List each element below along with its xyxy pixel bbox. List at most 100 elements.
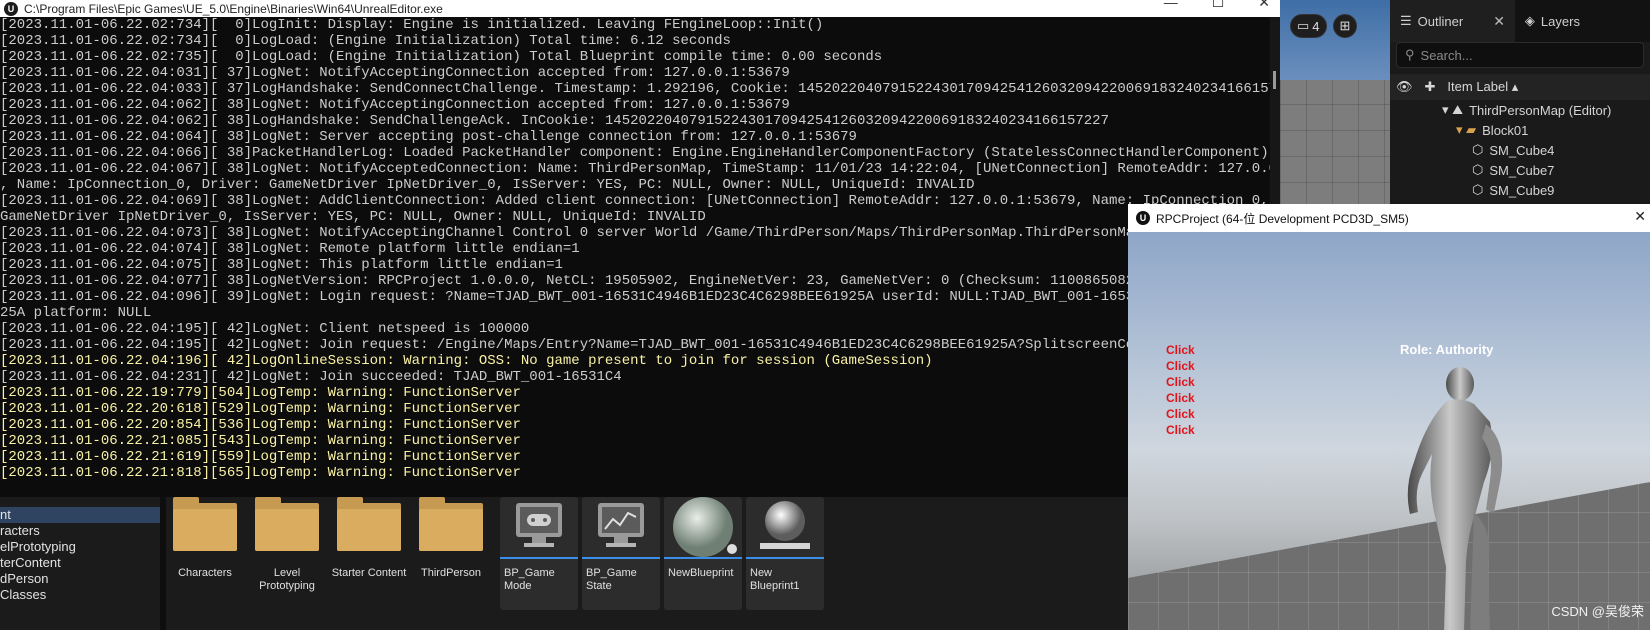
item-label-column[interactable]: Item Label ▴ [1447, 79, 1518, 95]
asset-blueprint[interactable]: BP_Game State [582, 497, 660, 610]
asset-label: New Blueprint1 [750, 567, 800, 592]
minimize-button[interactable]: — [1164, 0, 1178, 11]
folder-icon [248, 497, 326, 557]
search-placeholder: Search... [1420, 47, 1473, 63]
close-button[interactable]: ✕ [1258, 0, 1270, 11]
camera-icon: ▭ [1297, 18, 1310, 33]
scrollbar-thumb[interactable] [1273, 71, 1276, 89]
asset-label: BP_Game Mode [504, 567, 555, 592]
log-line: [2023.11.01-06.22.21:818][565]LogTemp: W… [0, 465, 521, 481]
viewport-toolbar: ▭ 4 ⊞ [1290, 14, 1358, 38]
game-title-bar[interactable]: U RPCProject (64-位 Development PCD3D_SM5… [1128, 204, 1650, 232]
outliner-item[interactable]: ▾ ⛰ ThirdPersonMap (Editor) [1390, 100, 1650, 120]
desktop: ▭ 4 ⊞ ☰ Outliner ✕ ◈ Layers ⚲ Search... … [0, 0, 1650, 630]
game-viewport[interactable]: Click Click Click Click Click Click Role: Aut… [1128, 232, 1650, 630]
folder-tree-item[interactable]: terContent [0, 555, 160, 571]
outliner-item-label: SM_Cube9 [1489, 182, 1555, 198]
click-message: Click [1166, 375, 1195, 389]
asset-folder[interactable]: ThirdPerson [412, 497, 490, 610]
asset-blueprint[interactable]: NewBlueprint [664, 497, 742, 610]
log-line: [2023.11.01-06.22.04:062][ 38]LogHandsha… [0, 113, 1109, 129]
mannequin-character [1407, 367, 1503, 630]
static-mesh-icon: ⬡ [1472, 182, 1484, 197]
log-line: 25A platform: NULL [0, 305, 152, 321]
asset-folder[interactable]: Characters [166, 497, 244, 610]
layers-icon: ◈ [1524, 13, 1535, 28]
asset-label: Starter Content [331, 567, 407, 579]
window-controls: — ☐ ✕ [1164, 0, 1270, 11]
outliner-item[interactable]: ⬡ SM_Cube9 [1390, 180, 1650, 200]
asset-folder[interactable]: Starter Content [330, 497, 408, 610]
tab-outliner-label: Outliner [1417, 13, 1464, 29]
outliner-item-label: ThirdPersonMap (Editor) [1469, 102, 1612, 118]
unreal-logo-icon: U [4, 1, 18, 16]
tab-layers[interactable]: ◈ Layers [1515, 0, 1590, 42]
log-line: [2023.11.01-06.22.04:033][ 37]LogHandsha… [0, 81, 1270, 97]
search-icon: ⚲ [1405, 47, 1415, 62]
gamepad-monitor-icon [500, 497, 578, 557]
outliner-column-header[interactable]: 👁 ✚ Item Label ▴ [1390, 74, 1650, 100]
outliner-tab-bar: ☰ Outliner ✕ ◈ Layers [1390, 0, 1650, 42]
layout-button[interactable]: ⊞ [1332, 14, 1358, 38]
click-message: Click [1166, 407, 1195, 421]
outliner-item[interactable]: ▾ ▰ Block01 [1390, 120, 1650, 140]
sphere-thumbnail-icon [746, 497, 824, 557]
folder-tree-item[interactable]: racters [0, 523, 160, 539]
visibility-icon[interactable]: 👁 [1396, 79, 1413, 95]
log-line: [2023.11.01-06.22.02:734][ 0]LogLoad: (E… [0, 33, 731, 49]
static-mesh-icon: ⬡ [1472, 162, 1484, 177]
unreal-logo-icon: U [1136, 211, 1150, 225]
folder-icon [166, 497, 244, 557]
folder-tree-item[interactable]: dPerson [0, 571, 160, 587]
pin-icon[interactable]: ✚ [1425, 79, 1436, 95]
folder-tree-item[interactable]: Classes [0, 587, 160, 603]
close-icon[interactable]: ✕ [1493, 13, 1505, 30]
sphere-thumbnail-icon [664, 497, 742, 557]
click-message: Click [1166, 359, 1195, 373]
log-line: [2023.11.01-06.22.04:096][ 39]LogNet: Lo… [0, 289, 1185, 305]
maximize-button[interactable]: ☐ [1212, 0, 1225, 11]
log-line: GameNetDriver IpNetDriver_0, IsServer: Y… [0, 209, 706, 225]
asset-type-bar [582, 557, 660, 559]
log-line: [2023.11.01-06.22.04:073][ 38]LogNet: No… [0, 225, 1185, 241]
console-lines: [2023.11.01-06.22.02:734][ 0]LogInit: Di… [0, 17, 1270, 481]
outliner-item-label: SM_Cube7 [1489, 162, 1555, 178]
graph-monitor-icon [582, 497, 660, 557]
log-line: [2023.11.01-06.22.04:062][ 38]LogNet: No… [0, 97, 790, 113]
game-window: U RPCProject (64-位 Development PCD3D_SM5… [1128, 204, 1650, 630]
asset-label: NewBlueprint [668, 567, 734, 579]
outliner-item-label: Block01 [1482, 122, 1529, 138]
log-line: [2023.11.01-06.22.04:195][ 42]LogNet: Cl… [0, 321, 530, 337]
asset-folder[interactable]: Level Prototyping [248, 497, 326, 610]
outliner-search[interactable]: ⚲ Search... [1396, 42, 1644, 68]
camera-speed-button[interactable]: ▭ 4 [1290, 14, 1327, 38]
folder-icon [330, 497, 408, 557]
asset-type-bar [746, 557, 824, 559]
outliner-item[interactable]: ⬡ SM_Cube4 [1390, 140, 1650, 160]
asset-type-bar [664, 557, 742, 559]
game-close-button[interactable]: ✕ [1634, 208, 1646, 225]
asset-type-bar [500, 557, 578, 559]
asset-label: Level Prototyping [259, 567, 315, 592]
console-title-bar[interactable]: U C:\Program Files\Epic Games\UE_5.0\Eng… [0, 0, 1280, 17]
outliner-item[interactable]: ⬡ SM_Cube7 [1390, 160, 1650, 180]
log-line: [2023.11.01-06.22.04:077][ 38]LogNetVers… [0, 273, 1143, 289]
folder-tree-item[interactable]: nt [0, 507, 160, 523]
asset-blueprint[interactable]: New Blueprint1 [746, 497, 824, 610]
log-line: [2023.11.01-06.22.04:069][ 38]LogNet: Ad… [0, 193, 1270, 209]
asset-blueprint[interactable]: BP_Game Mode [500, 497, 578, 610]
tab-layers-label: Layers [1540, 13, 1580, 29]
log-line: [2023.11.01-06.22.04:074][ 38]LogNet: Re… [0, 241, 580, 257]
log-line: [2023.11.01-06.22.19:779][504]LogTemp: W… [0, 385, 521, 401]
outliner-item-label: SM_Cube4 [1489, 142, 1555, 158]
folder-tree-item[interactable]: elPrototyping [0, 539, 160, 555]
console-output[interactable]: [2023.11.01-06.22.02:734][ 0]LogInit: Di… [0, 17, 1280, 497]
log-line: [2023.11.01-06.22.20:618][529]LogTemp: W… [0, 401, 521, 417]
log-line: , Name: IpConnection_0, Driver: GameNetD… [0, 177, 975, 193]
camera-speed-value: 4 [1312, 18, 1320, 34]
tab-outliner[interactable]: ☰ Outliner ✕ [1390, 0, 1515, 42]
content-browser-tree: nt racters elPrototyping terContent dPerson C… [0, 497, 160, 630]
click-log: Click Click Click Click Click Click [1166, 342, 1195, 438]
console-title: C:\Program Files\Epic Games\UE_5.0\Engin… [24, 1, 443, 16]
click-message: Click [1166, 423, 1195, 437]
